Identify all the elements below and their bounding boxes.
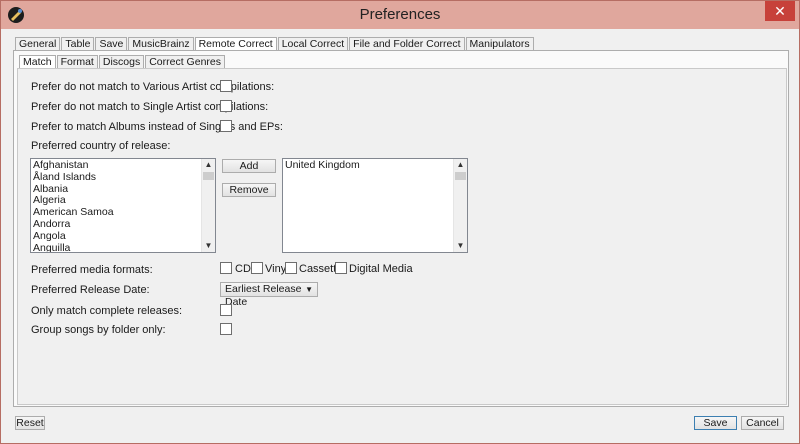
tab-format[interactable]: Format bbox=[56, 55, 98, 69]
list-item[interactable]: Angola bbox=[33, 230, 114, 243]
scroll-up-icon[interactable]: ▲ bbox=[454, 159, 467, 171]
single-artist-label: Prefer do not match to Single Artist com… bbox=[31, 101, 269, 113]
release-date-label: Preferred Release Date: bbox=[31, 284, 150, 296]
group-by-folder-checkbox[interactable] bbox=[220, 323, 232, 335]
reset-button[interactable]: Reset bbox=[15, 416, 45, 430]
preferred-country-label: Preferred country of release: bbox=[31, 140, 171, 152]
tab-musicbrainz[interactable]: MusicBrainz bbox=[128, 37, 194, 51]
tab-discogs[interactable]: Discogs bbox=[98, 55, 145, 69]
scroll-up-icon[interactable]: ▲ bbox=[202, 159, 215, 171]
release-date-select[interactable]: Earliest Release Date ▼ bbox=[220, 282, 318, 308]
albums-over-singles-checkbox[interactable] bbox=[220, 120, 232, 132]
country-list-scrollbar[interactable]: ▲ ▼ bbox=[201, 159, 215, 252]
title-bar[interactable]: Preferences ✕ bbox=[1, 1, 799, 29]
save-button[interactable]: Save bbox=[694, 416, 737, 430]
scroll-down-icon[interactable]: ▼ bbox=[202, 240, 215, 252]
complete-releases-checkbox[interactable] bbox=[220, 304, 232, 316]
tab-local-correct[interactable]: Local Correct bbox=[277, 37, 349, 51]
cd-checkbox[interactable] bbox=[220, 262, 232, 274]
preferences-window: Preferences ✕ General Table Save MusicBr… bbox=[0, 0, 800, 444]
close-button[interactable]: ✕ bbox=[765, 1, 795, 21]
tab-file-folder-correct[interactable]: File and Folder Correct bbox=[349, 37, 465, 51]
tab-manipulators[interactable]: Manipulators bbox=[465, 37, 534, 51]
vinyl-checkbox[interactable] bbox=[251, 262, 263, 274]
outer-tab-bar: General Table Save MusicBrainz Remote Co… bbox=[15, 37, 535, 51]
inner-tab-bar: Match Format Discogs Correct Genres bbox=[19, 55, 226, 69]
tab-general[interactable]: General bbox=[15, 37, 61, 51]
albums-over-singles-label: Prefer to match Albums instead of Single… bbox=[31, 121, 283, 133]
media-formats-label: Preferred media formats: bbox=[31, 264, 153, 276]
scroll-thumb[interactable] bbox=[455, 172, 466, 180]
list-item[interactable]: United Kingdom bbox=[285, 159, 360, 172]
cancel-button[interactable]: Cancel bbox=[741, 416, 784, 430]
country-list[interactable]: Afghanistan Åland Islands Albania Algeri… bbox=[30, 158, 216, 253]
various-artist-label: Prefer do not match to Various Artist co… bbox=[31, 81, 275, 93]
complete-releases-label: Only match complete releases: bbox=[31, 305, 183, 317]
selected-list-scrollbar[interactable]: ▲ ▼ bbox=[453, 159, 467, 252]
list-item[interactable]: Åland Islands bbox=[33, 171, 114, 184]
cassette-checkbox[interactable] bbox=[285, 262, 297, 274]
digital-media-checkbox[interactable] bbox=[335, 262, 347, 274]
cd-label: CD bbox=[235, 263, 251, 275]
group-by-folder-label: Group songs by folder only: bbox=[31, 324, 166, 336]
list-item[interactable]: Andorra bbox=[33, 218, 114, 231]
chevron-down-icon: ▼ bbox=[305, 285, 313, 294]
tab-remote-correct[interactable]: Remote Correct bbox=[194, 37, 277, 51]
add-button[interactable]: Add bbox=[222, 159, 276, 173]
scroll-thumb[interactable] bbox=[203, 172, 214, 180]
tab-match[interactable]: Match bbox=[19, 55, 56, 69]
scroll-down-icon[interactable]: ▼ bbox=[454, 240, 467, 252]
list-item[interactable]: Anguilla bbox=[33, 242, 114, 252]
various-artist-checkbox[interactable] bbox=[220, 80, 232, 92]
selected-country-list[interactable]: United Kingdom ▲ ▼ bbox=[282, 158, 468, 253]
window-title: Preferences bbox=[359, 6, 441, 23]
digital-media-label: Digital Media bbox=[349, 263, 413, 275]
tab-save[interactable]: Save bbox=[95, 37, 128, 51]
single-artist-checkbox[interactable] bbox=[220, 100, 232, 112]
close-icon: ✕ bbox=[774, 3, 786, 19]
tab-table[interactable]: Table bbox=[61, 37, 95, 51]
tab-correct-genres[interactable]: Correct Genres bbox=[145, 55, 225, 69]
remove-button[interactable]: Remove bbox=[222, 183, 276, 197]
